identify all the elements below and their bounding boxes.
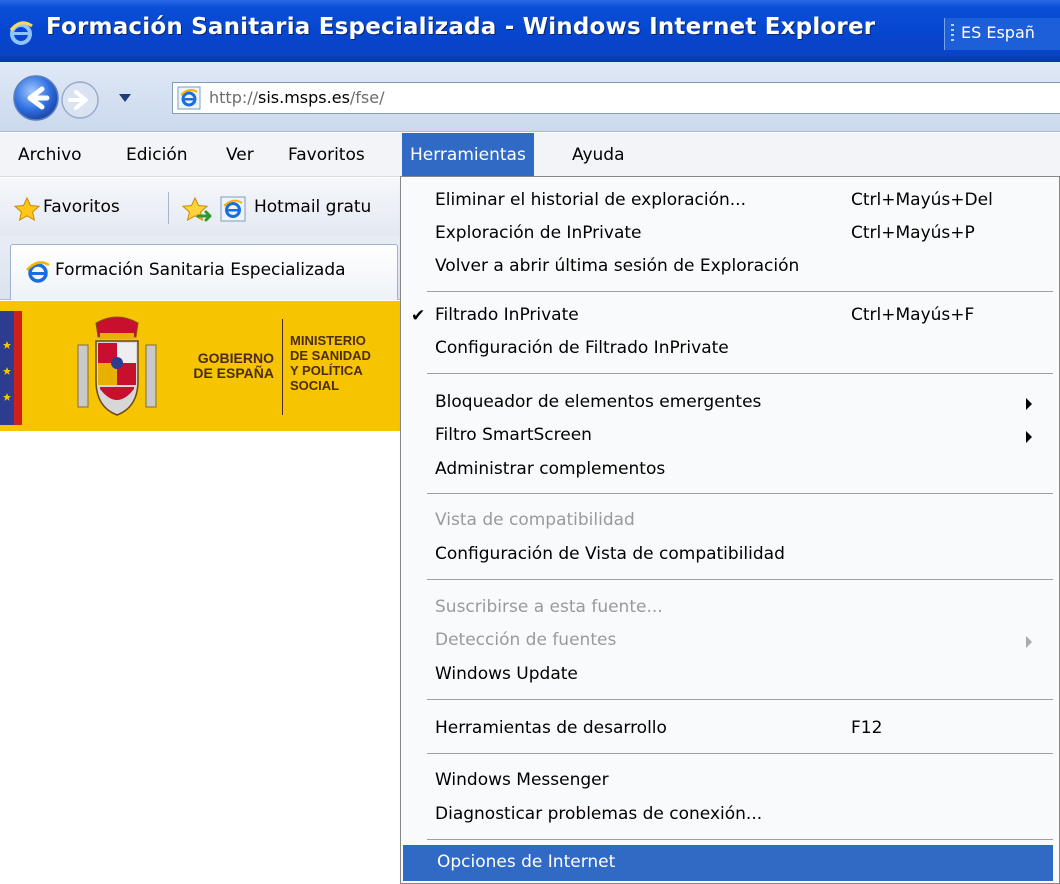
menu-item-label: Herramientas de desarrollo [435,718,667,738]
gobierno-line2: DE ESPAÑA [193,365,274,381]
tools-menu: Eliminar el historial de exploración... … [400,176,1060,884]
menu-item-reopen-session[interactable]: Volver a abrir última sesión de Explorac… [401,249,1053,285]
tab-ie-icon [26,261,50,283]
language-bar[interactable]: ES Españ [944,18,1060,50]
address-toolbar: http://sis.msps.es/fse/ [0,62,1060,132]
menu-item-inprivate-filtering-settings[interactable]: Configuración de Filtrado InPrivate [401,331,1053,367]
window-title: Formación Sanitaria Especializada - Wind… [46,14,876,40]
menu-favoritos[interactable]: Favoritos [280,133,373,177]
submenu-arrow-icon [1026,636,1032,648]
menu-item-feed-discovery: Detección de fuentes [401,623,1053,659]
gobierno-line1: GOBIERNO [197,350,274,366]
menu-separator [427,493,1053,494]
menu-item-inprivate-filtering[interactable]: ✔ Filtrado InPrivate Ctrl+Mayús+F [401,298,1053,334]
checkmark-icon: ✔ [411,306,426,326]
coat-of-arms-icon [77,316,157,416]
banner-divider [282,319,283,415]
menu-item-internet-options[interactable]: Opciones de Internet [403,845,1053,881]
menu-archivo[interactable]: Archivo [10,133,90,177]
menu-item-label: Configuración de Filtrado InPrivate [435,338,729,358]
menu-item-label: Detección de fuentes [435,630,617,650]
menu-item-inprivate-browsing[interactable]: Exploración de InPrivate Ctrl+Mayús+P [401,216,1053,252]
address-url: http://sis.msps.es/fse/ [209,88,385,107]
page-ie-icon [177,86,201,110]
submenu-arrow-icon [1026,431,1032,443]
menu-ver[interactable]: Ver [218,133,262,177]
menu-item-compatibility-view: Vista de compatibilidad [401,503,1053,539]
menu-item-smartscreen[interactable]: Filtro SmartScreen [401,418,1053,454]
menu-item-shortcut: Ctrl+Mayús+Del [851,190,993,210]
menu-separator [427,579,1053,580]
menu-item-compatibility-settings[interactable]: Configuración de Vista de compatibilidad [401,537,1053,573]
gobierno-text: GOBIERNO DE ESPAÑA [162,351,274,381]
menu-item-label: Vista de compatibilidad [435,510,635,530]
menu-ayuda[interactable]: Ayuda [564,133,633,177]
menu-separator [427,373,1053,374]
ministry-line3: Y POLÍTICA [290,363,363,378]
menu-item-windows-update[interactable]: Windows Update [401,657,1053,693]
menu-item-label: Volver a abrir última sesión de Explorac… [435,256,800,276]
menu-item-developer-tools[interactable]: Herramientas de desarrollo F12 [401,711,1053,747]
menu-item-delete-history[interactable]: Eliminar el historial de exploración... … [401,183,1053,219]
favorites-star-icon[interactable] [14,197,40,221]
ministry-line2: DE SANIDAD [290,348,371,363]
hotmail-link[interactable]: Hotmail gratu [254,197,404,217]
menu-separator [427,753,1053,754]
government-banner: GOBIERNO DE ESPAÑA MINISTERIO DE SANIDAD… [0,301,400,431]
favorites-button[interactable]: Favoritos [43,197,120,217]
address-input[interactable]: http://sis.msps.es/fse/ [172,82,1060,114]
ministry-line1: MINISTERIO [290,333,366,348]
ministry-text: MINISTERIO DE SANIDAD Y POLÍTICA SOCIAL [290,333,400,393]
url-prefix: http:// [209,88,259,107]
ministry-line4: SOCIAL [290,378,340,393]
menu-separator [427,699,1053,700]
menu-item-windows-messenger[interactable]: Windows Messenger [401,763,1053,799]
menu-item-shortcut: Ctrl+Mayús+F [851,305,975,325]
menu-item-shortcut: F12 [851,718,883,738]
menu-item-label: Bloqueador de elementos emergentes [435,392,762,412]
tab-label: Formación Sanitaria Especializada [55,260,346,280]
menu-item-label: Filtro SmartScreen [435,425,592,445]
menu-separator [427,291,1053,292]
menu-item-popup-blocker[interactable]: Bloqueador de elementos emergentes [401,385,1053,421]
tab-formacion[interactable]: Formación Sanitaria Especializada [10,244,398,300]
menu-bar: Archivo Edición Ver Favoritos Herramient… [0,133,1060,177]
dropdown-arrow-icon[interactable] [118,92,132,104]
menu-item-label: Opciones de Internet [437,852,616,872]
title-bar[interactable]: Formación Sanitaria Especializada - Wind… [0,0,1060,62]
menu-edicion[interactable]: Edición [118,133,196,177]
menu-item-shortcut: Ctrl+Mayús+P [851,223,975,243]
menu-item-diagnose-connection[interactable]: Diagnosticar problemas de conexión... [401,797,1053,833]
submenu-arrow-icon [1026,398,1032,410]
ie-icon [9,21,33,45]
menu-separator [427,839,1053,840]
language-indicator[interactable]: ES Españ [961,23,1035,42]
menu-item-label: Suscribirse a esta fuente... [435,597,663,617]
menu-item-label: Configuración de Vista de compatibilidad [435,544,785,564]
menu-item-label: Diagnosticar problemas de conexión... [435,804,763,824]
url-path: /fse/ [349,88,385,107]
menu-item-subscribe-feed: Suscribirse a esta fuente... [401,590,1053,626]
hotmail-ie-icon [220,196,246,222]
back-icon[interactable] [12,74,60,122]
menu-item-label: Administrar complementos [435,459,666,479]
menu-item-label: Windows Update [435,664,578,684]
menu-item-label: Filtrado InPrivate [435,305,579,325]
url-domain: sis.msps.es [258,88,350,107]
menu-item-manage-addons[interactable]: Administrar complementos [401,452,1053,488]
forward-icon[interactable] [60,80,100,120]
menu-herramientas[interactable]: Herramientas [402,133,534,177]
toolbar-divider [168,192,169,224]
menu-item-label: Windows Messenger [435,770,609,790]
grip-icon [951,24,954,44]
menu-item-label: Eliminar el historial de exploración... [435,190,746,210]
add-favorite-icon[interactable] [182,196,212,224]
menu-item-label: Exploración de InPrivate [435,223,642,243]
eu-flag-strip-icon [0,311,30,425]
